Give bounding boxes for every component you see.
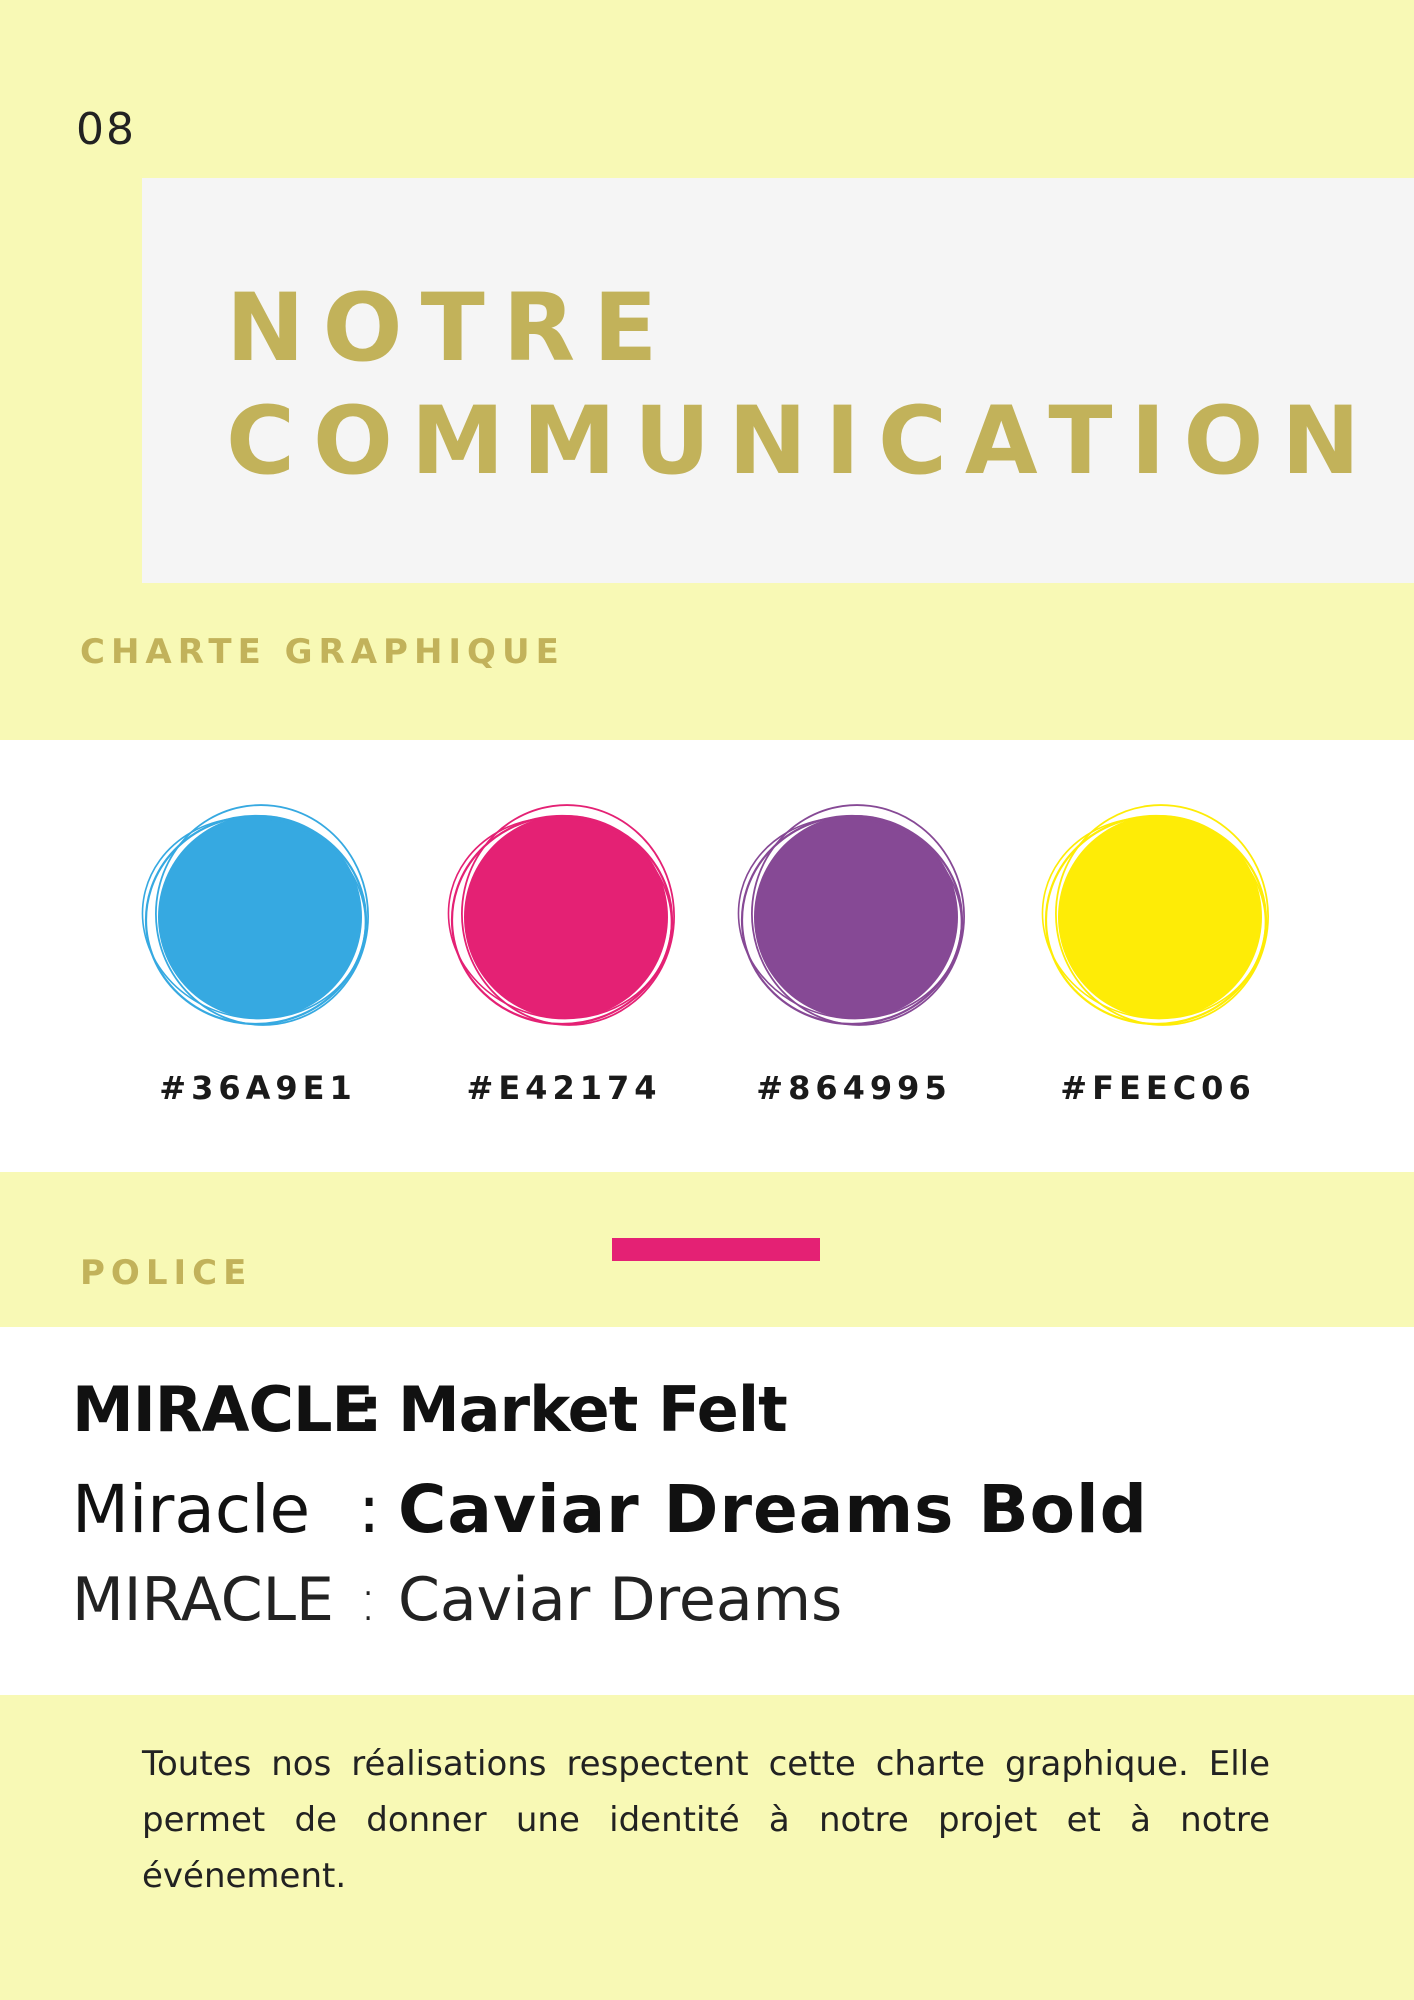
- page-number: 08: [76, 104, 136, 155]
- font-sample-text: MIRACLE: [72, 1373, 374, 1446]
- accent-bar: [612, 1238, 820, 1261]
- page-title-line-2: COMMUNICATION: [226, 387, 1379, 496]
- swatch-code-purple: #864995: [756, 1069, 952, 1107]
- pink-circle-swatch: [447, 804, 675, 1026]
- swatch-code-blue: #36A9E1: [159, 1069, 357, 1107]
- color-swatch-pink: #E42174: [434, 740, 694, 1172]
- swatch-code-pink: #E42174: [466, 1069, 662, 1107]
- blue-circle-swatch: [141, 804, 369, 1026]
- font-separator: :: [358, 1565, 379, 1635]
- charte-graphique-heading: CHARTE GRAPHIQUE: [80, 632, 565, 672]
- font-name: Market Felt: [398, 1373, 788, 1446]
- title-panel: NOTRE COMMUNICATION: [142, 178, 1414, 583]
- yellow-circle-swatch: [1041, 804, 1269, 1026]
- font-sample-text: Miracle: [72, 1471, 311, 1548]
- page-title-line-1: NOTRE: [226, 274, 676, 383]
- font-samples-band: MIRACLE : Market Felt Miracle : Caviar D…: [0, 1327, 1414, 1695]
- font-sample-text: MIRACLE: [72, 1565, 334, 1635]
- font-name: Caviar Dreams Bold: [398, 1471, 1148, 1548]
- footer-paragraph: Toutes nos réalisations respectent cette…: [142, 1744, 1270, 1896]
- purple-circle-swatch: [737, 804, 965, 1026]
- font-name: Caviar Dreams: [398, 1565, 843, 1635]
- police-heading: POLICE: [80, 1253, 253, 1293]
- font-separator: :: [358, 1471, 381, 1548]
- font-separator: :: [358, 1373, 383, 1446]
- color-swatch-yellow: #FEEC06: [1028, 740, 1288, 1172]
- swatch-code-yellow: #FEEC06: [1060, 1069, 1256, 1107]
- color-swatch-band: #36A9E1 #E42174 #864995 #FEEC06: [0, 740, 1414, 1172]
- color-swatch-purple: #864995: [724, 740, 984, 1172]
- color-swatch-blue: #36A9E1: [128, 740, 388, 1172]
